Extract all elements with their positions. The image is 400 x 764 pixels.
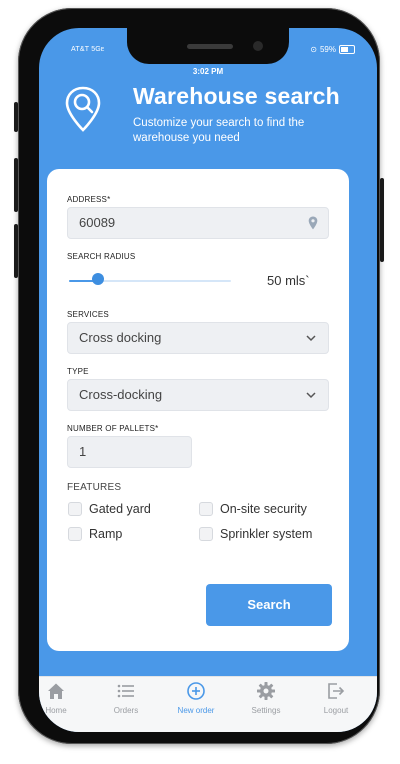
tab-new-order[interactable]: New order [166,681,226,715]
search-form-card: ADDRESS* 60089 SEARCH RADIUS 50 mls` SER… [47,169,349,651]
ramp-checkbox[interactable] [68,527,82,541]
address-input[interactable]: 60089 [67,207,329,239]
sprinkler-system-label[interactable]: Sprinkler system [220,527,312,541]
list-icon [117,684,134,698]
features-label: FEATURES [67,482,122,493]
onsite-security-label[interactable]: On-site security [220,502,307,516]
carrier-label: AT&T 5Gᴇ [71,46,105,53]
volume-up-button [14,158,18,212]
search-radius-label: SEARCH RADIUS [67,252,136,261]
radius-value: 50 mls` [267,273,310,288]
tab-new-order-label: New order [177,706,215,715]
power-button [380,178,384,262]
gear-icon [257,682,275,700]
notch [127,28,289,64]
ramp-label[interactable]: Ramp [89,527,122,541]
address-value: 60089 [79,215,116,230]
chevron-down-icon [306,392,316,399]
bottom-tab-bar: Home Orders New order Settings Logout [39,676,377,732]
phone-frame: AT&T 5Gᴇ ⊙ 59% 3:02 PM Warehouse search … [14,8,384,744]
pallets-value: 1 [79,444,87,459]
services-selected: Cross docking [79,330,162,345]
tab-settings[interactable]: Settings [236,681,296,715]
logout-icon [328,683,345,699]
tab-orders-label: Orders [113,706,139,715]
volume-down-button [14,224,18,278]
address-label: ADDRESS* [67,195,111,204]
home-icon [48,683,64,699]
battery-percent: 59% [319,45,336,54]
battery-status: ⊙ 59% [310,45,355,54]
tab-logout[interactable]: Logout [306,681,366,715]
speaker [187,44,233,49]
gated-yard-label[interactable]: Gated yard [89,502,151,516]
location-search-icon [65,86,101,132]
type-select[interactable]: Cross-docking [67,379,329,411]
tab-logout-label: Logout [323,706,349,715]
camera [253,41,263,51]
chevron-down-icon [306,335,316,342]
onsite-security-checkbox[interactable] [199,502,213,516]
pallets-label: NUMBER OF PALLETS* [67,424,159,433]
search-button[interactable]: Search [206,584,332,626]
page-title: Warehouse search [133,83,340,109]
clock: 3:02 PM [192,67,224,76]
tab-settings-label: Settings [251,706,281,715]
type-selected: Cross-docking [79,387,163,402]
plus-circle-icon [187,682,205,700]
type-label: TYPE [67,367,89,376]
mute-switch [14,102,18,132]
map-pin-icon[interactable] [308,216,318,230]
page-subtitle: Customize your search to find the wareho… [133,117,305,144]
tab-home-label: Home [45,706,67,715]
battery-icon [339,45,355,54]
gated-yard-checkbox[interactable] [68,502,82,516]
tab-home[interactable]: Home [39,681,86,715]
screen: AT&T 5Gᴇ ⊙ 59% 3:02 PM Warehouse search … [39,28,377,732]
services-select[interactable]: Cross docking [67,322,329,354]
tab-orders[interactable]: Orders [96,681,156,715]
lock-rotation-icon: ⊙ [310,45,317,54]
pallets-input[interactable]: 1 [67,436,192,468]
radius-slider-thumb[interactable] [92,273,104,285]
services-label: SERVICES [67,310,109,319]
sprinkler-system-checkbox[interactable] [199,527,213,541]
